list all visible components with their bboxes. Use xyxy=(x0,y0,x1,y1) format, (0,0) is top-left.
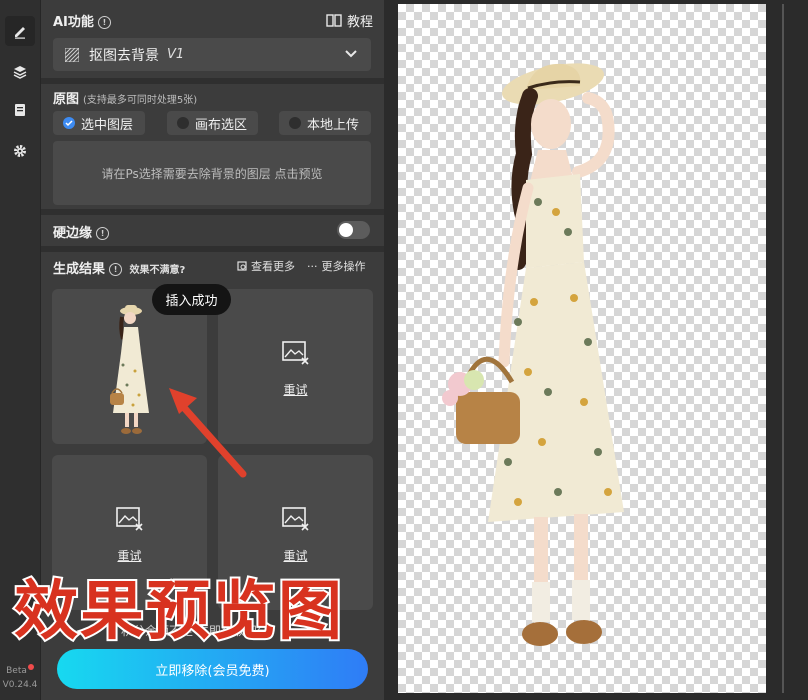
divider xyxy=(41,209,384,215)
toggle-knob xyxy=(339,223,353,237)
feature-select-label: 抠图去背景 xyxy=(89,47,159,64)
edit-icon[interactable] xyxy=(5,16,35,46)
hard-edge-toggle[interactable] xyxy=(337,221,370,239)
info-icon: ! xyxy=(109,263,123,276)
layers-icon[interactable] xyxy=(5,57,35,87)
radio-icon xyxy=(177,117,189,129)
source-title: 原图 (支持最多可同时处理5张) xyxy=(53,92,198,107)
info-icon[interactable]: ! xyxy=(97,16,111,29)
gear-icon[interactable] xyxy=(5,136,35,166)
radio-icon xyxy=(289,117,301,129)
results-title: 生成结果! 效果不满意? xyxy=(53,262,186,277)
result-thumbnail xyxy=(110,305,149,434)
image-placeholder-icon xyxy=(116,507,143,531)
more-actions-button[interactable]: ··· 更多操作 xyxy=(307,258,366,274)
view-more-icon xyxy=(237,261,247,271)
view-more-button[interactable]: 查看更多 xyxy=(237,258,295,274)
option-local-upload[interactable]: 本地上传 xyxy=(279,111,371,135)
option-canvas-selection[interactable]: 画布选区 xyxy=(167,111,258,135)
feature-version-tag: V1 xyxy=(167,47,185,62)
feature-select[interactable]: 抠图去背景 V1 xyxy=(53,38,371,71)
transparent-canvas[interactable] xyxy=(398,4,766,693)
chevron-down-icon xyxy=(345,50,357,58)
hard-edge-label: 硬边缘! xyxy=(53,222,110,241)
canvas-area xyxy=(384,0,808,700)
image-placeholder-icon xyxy=(282,341,309,365)
cutout-person-image xyxy=(442,63,624,646)
preview-dropzone[interactable]: 请在Ps选择需要去除背景的图层 点击预览 xyxy=(53,141,371,205)
image-placeholder-icon xyxy=(282,507,309,531)
tutorial-link[interactable]: 教程 xyxy=(326,11,373,30)
divider xyxy=(41,246,384,252)
option-selected-layer[interactable]: 选中图层 xyxy=(53,111,145,135)
info-icon[interactable]: ! xyxy=(96,227,110,240)
stripes-icon xyxy=(65,48,79,62)
remove-now-button[interactable]: 立即移除(会员免费) xyxy=(57,649,368,689)
annotation-arrow-icon xyxy=(169,388,247,478)
ai-section-title: AI功能! xyxy=(53,11,111,30)
insert-success-tooltip: 插入成功 xyxy=(152,284,231,315)
ellipsis-icon: ··· xyxy=(307,259,318,273)
canvas-scrollbar[interactable] xyxy=(782,4,784,693)
divider xyxy=(41,78,384,84)
beta-dot xyxy=(27,664,34,670)
book-icon xyxy=(326,13,342,27)
preview-overlay-text: 效果预览图 xyxy=(12,573,344,651)
check-icon xyxy=(63,117,75,129)
version-label: Beta V0.24.4 xyxy=(2,664,38,690)
clipboard-icon[interactable] xyxy=(5,95,35,125)
unsatisfied-link[interactable]: 效果不满意? xyxy=(130,265,186,276)
